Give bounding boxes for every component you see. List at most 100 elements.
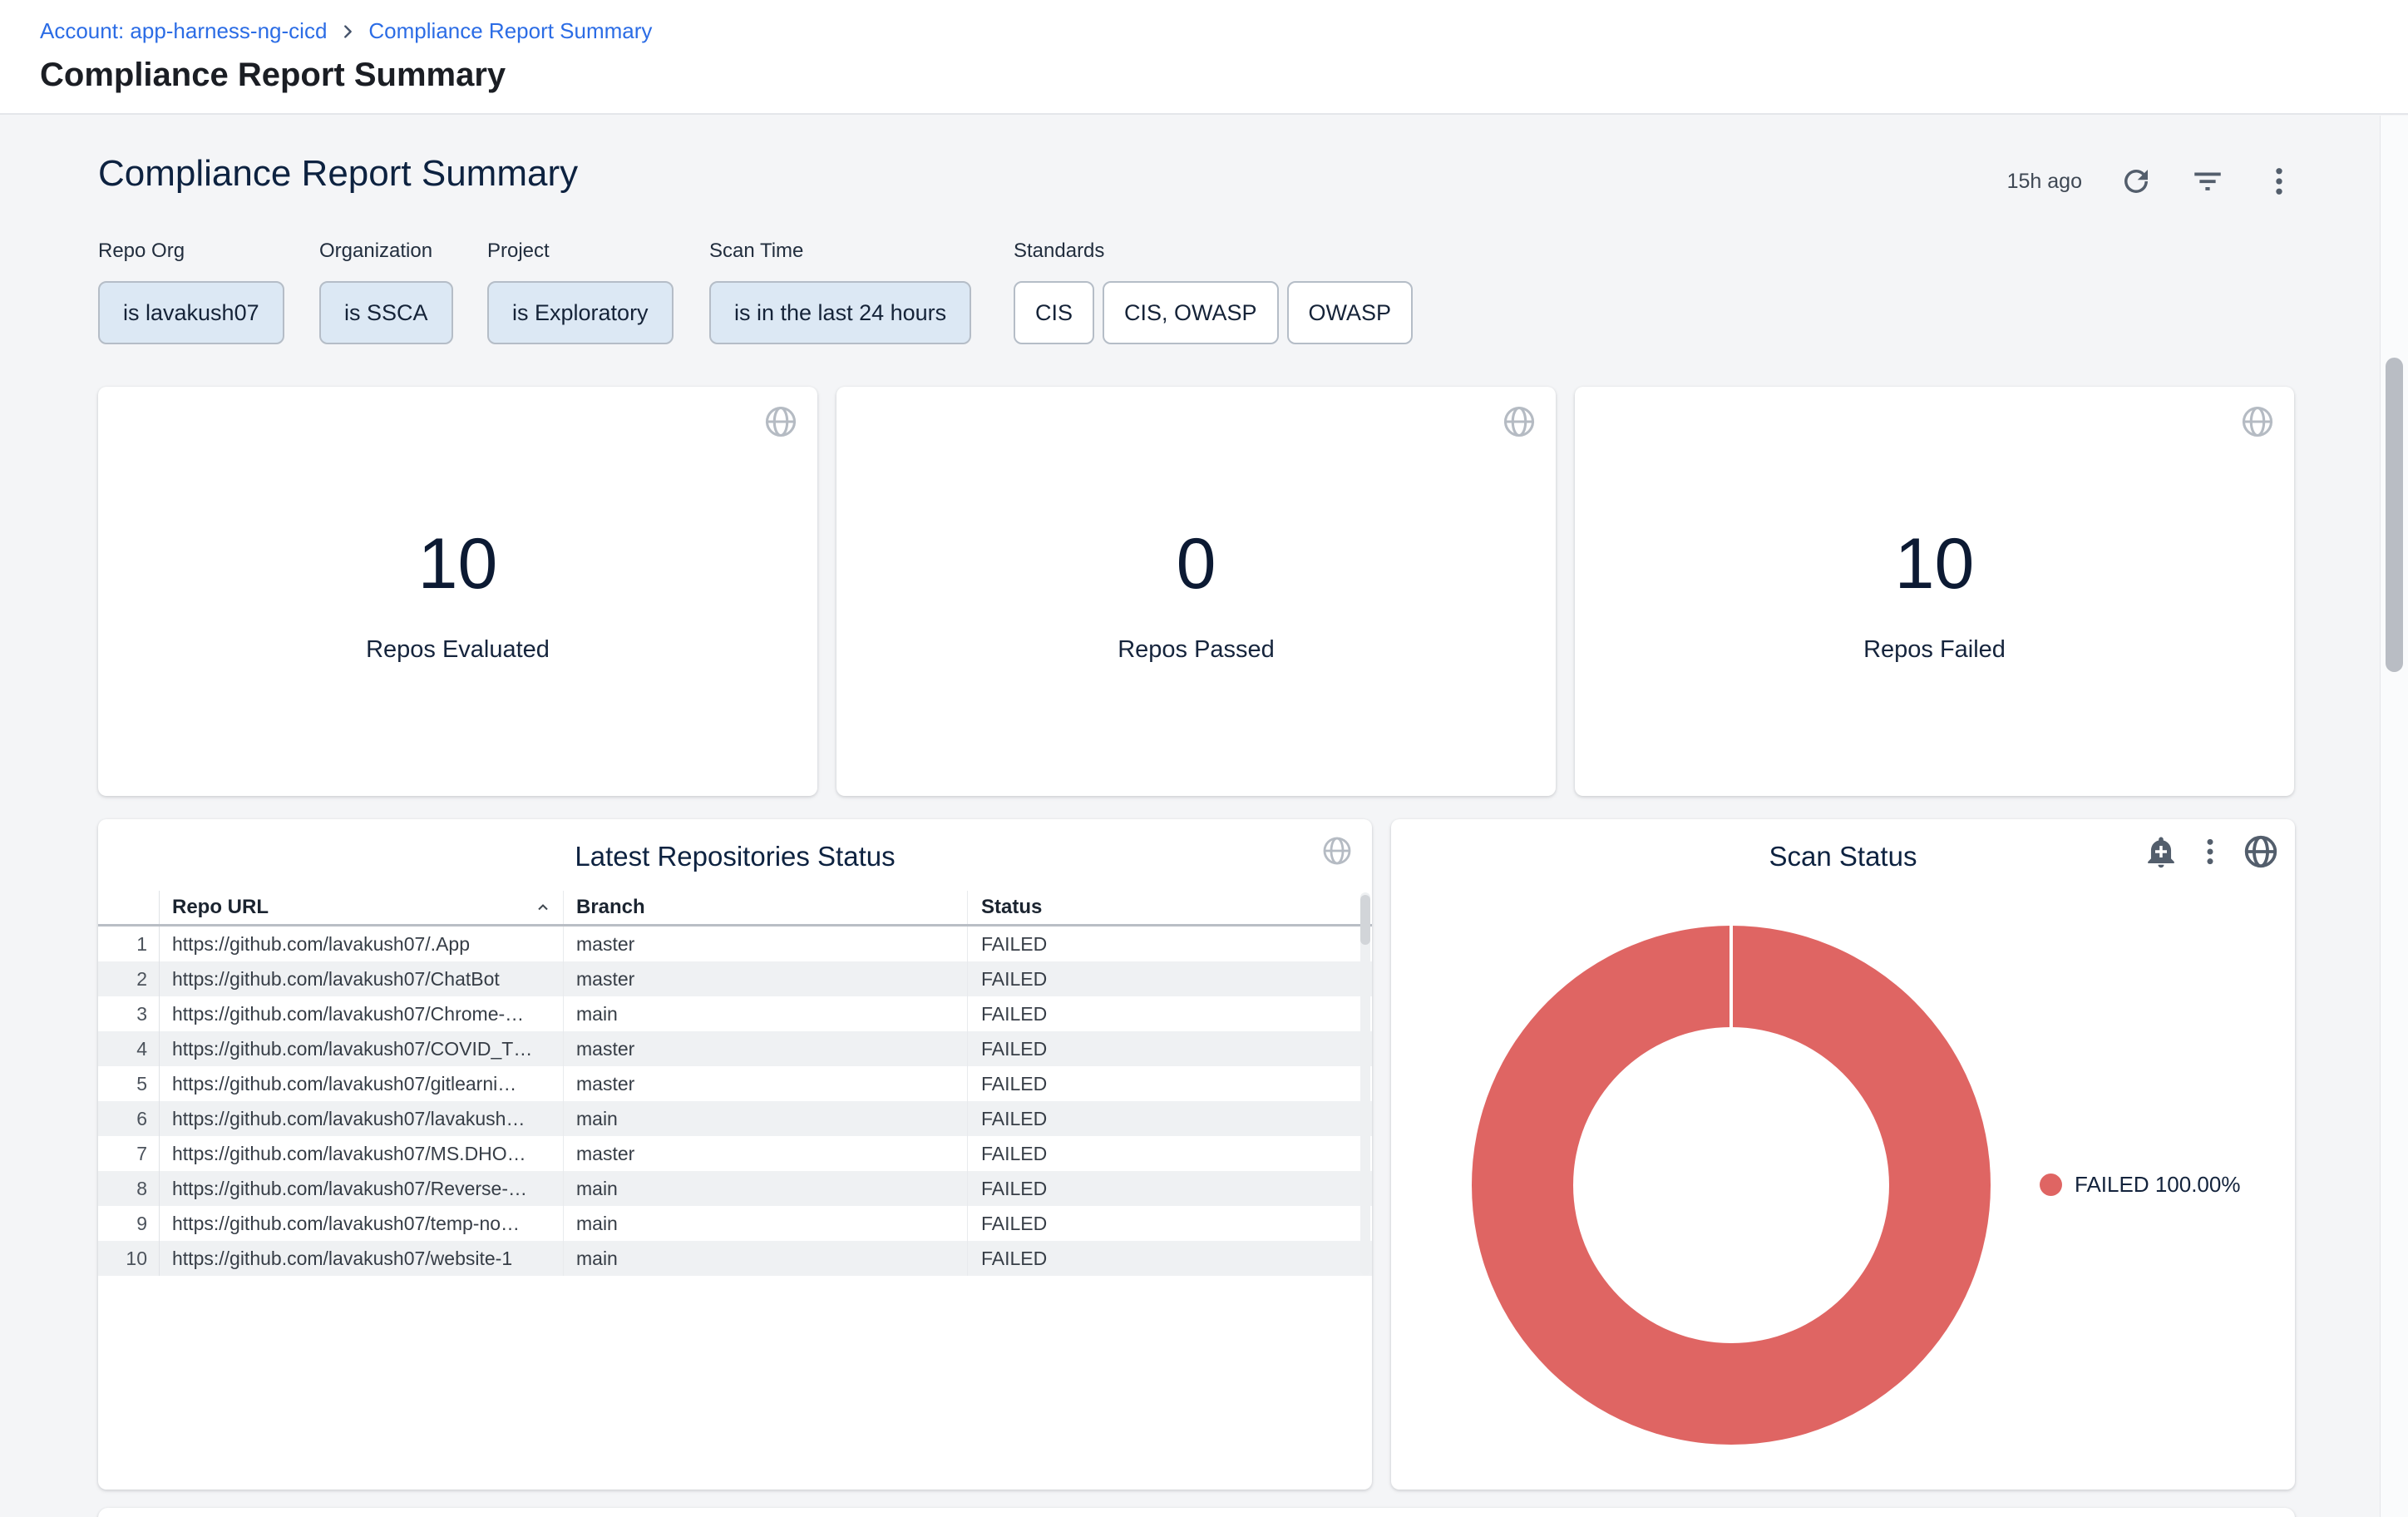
legend-color-dot [2040,1174,2062,1196]
breadcrumb-account-link[interactable]: Account: app-harness-ng-cicd [40,18,327,44]
filter-project: Project is Exploratory [487,240,674,344]
column-header-repo-url[interactable]: Repo URL [160,891,564,924]
filter-label: Repo Org [98,240,284,263]
branch-cell: master [564,927,968,961]
table-row: 10https://github.com/lavakush07/website-… [98,1241,1372,1276]
globe-icon[interactable] [2239,403,2276,440]
table-scrollbar-thumb[interactable] [1360,895,1370,945]
filter-chip-project[interactable]: is Exploratory [487,281,674,344]
repo-url-cell: https://github.com/lavakush07/lavakush… [160,1101,564,1136]
globe-icon[interactable] [2242,833,2280,871]
scan-status-card: Scan Status FAILED 100.00% [1391,819,2295,1490]
scan-status-donut-chart[interactable] [1472,926,1991,1445]
repo-url-cell: https://github.com/lavakush07/ChatBot [160,961,564,996]
tile-value: 10 [98,523,817,605]
filter-chip-standard-cis[interactable]: CIS [1014,281,1094,344]
filter-organization: Organization is SSCA [319,240,453,344]
table-row: 2https://github.com/lavakush07/ChatBotma… [98,961,1372,996]
table-row: 3https://github.com/lavakush07/Chrome-…m… [98,996,1372,1031]
filter-chip-standard-owasp[interactable]: OWASP [1287,281,1414,344]
table-row: 1https://github.com/lavakush07/.Appmaste… [98,927,1372,961]
filter-chip-scan-time[interactable]: is in the last 24 hours [709,281,971,344]
tile-repos-failed: 10 Repos Failed [1575,387,2294,796]
row-index: 9 [98,1206,160,1241]
filter-repo-org: Repo Org is lavakush07 [98,240,284,344]
repo-url-cell: https://github.com/lavakush07/gitlearni… [160,1066,564,1101]
filter-standards: Standards CIS CIS, OWASP OWASP [1014,240,1413,344]
repo-url-cell: https://github.com/lavakush07/COVID_T… [160,1031,564,1066]
row-index: 1 [98,927,160,961]
branch-cell: master [564,1031,968,1066]
page-scrollbar-thumb[interactable] [2386,358,2403,672]
table-row: 4https://github.com/lavakush07/COVID_T…m… [98,1031,1372,1066]
next-card-partial [98,1508,2295,1517]
globe-icon[interactable] [1320,834,1354,867]
row-index: 2 [98,961,160,996]
breadcrumb-page-link[interactable]: Compliance Report Summary [368,18,652,44]
filter-icon[interactable] [2190,164,2225,199]
status-cell: FAILED [968,1206,1361,1241]
alert-bell-icon[interactable] [2144,834,2179,869]
globe-icon[interactable] [1501,403,1537,440]
chevron-right-icon [338,22,357,41]
tile-label: Repos Failed [1575,636,2294,664]
tile-repos-passed: 0 Repos Passed [836,387,1556,796]
branch-cell: master [564,1136,968,1171]
repo-url-cell: https://github.com/lavakush07/temp-no… [160,1206,564,1241]
table-row: 9https://github.com/lavakush07/temp-no…m… [98,1206,1372,1241]
filter-chip-repo-org[interactable]: is lavakush07 [98,281,284,344]
column-header-status[interactable]: Status [968,891,1361,924]
branch-cell: master [564,1066,968,1101]
latest-repositories-status-card: Latest Repositories Status Repo URL Bran… [98,819,1372,1490]
tile-value: 0 [836,523,1556,605]
status-cell: FAILED [968,1171,1361,1206]
status-cell: FAILED [968,927,1361,961]
table-scrollbar-track [1360,892,1370,1275]
repo-url-cell: https://github.com/lavakush07/website-1 [160,1241,564,1276]
table-header-row: Repo URL Branch Status [98,891,1372,927]
filter-chip-organization[interactable]: is SSCA [319,281,453,344]
status-cell: FAILED [968,1031,1361,1066]
kebab-menu-icon[interactable] [2193,835,2227,868]
status-cell: FAILED [968,1136,1361,1171]
repo-url-cell: https://github.com/lavakush07/Reverse-… [160,1171,564,1206]
table-row: 6https://github.com/lavakush07/lavakush…… [98,1101,1372,1136]
card-title: Latest Repositories Status [98,841,1372,872]
dashboard-title: Compliance Report Summary [98,153,578,195]
dashboard-controls: 15h ago [2007,158,2297,205]
legend-item-failed[interactable]: FAILED 100.00% [2040,1172,2240,1198]
refresh-icon[interactable] [2119,164,2154,199]
last-refresh-time: 15h ago [2007,170,2082,194]
row-index: 5 [98,1066,160,1101]
branch-cell: master [564,961,968,996]
tile-repos-evaluated: 10 Repos Evaluated [98,387,817,796]
page-scrollbar-track [2380,116,2408,1517]
status-cell: FAILED [968,961,1361,996]
legend-label: FAILED 100.00% [2075,1172,2240,1198]
top-header: Account: app-harness-ng-cicd Compliance … [0,0,2408,115]
filter-scan-time: Scan Time is in the last 24 hours [709,240,971,344]
column-header-branch[interactable]: Branch [564,891,968,924]
repo-url-cell: https://github.com/lavakush07/.App [160,927,564,961]
filter-chip-standard-cis-owasp[interactable]: CIS, OWASP [1103,281,1279,344]
table-row: 5https://github.com/lavakush07/gitlearni… [98,1066,1372,1101]
table-row: 7https://github.com/lavakush07/MS.DHO…ma… [98,1136,1372,1171]
status-cell: FAILED [968,996,1361,1031]
status-cell: FAILED [968,1101,1361,1136]
tile-label: Repos Evaluated [98,636,817,664]
branch-cell: main [564,996,968,1031]
row-index: 3 [98,996,160,1031]
globe-icon[interactable] [762,403,799,440]
filter-label: Organization [319,240,453,263]
app-root: Account: app-harness-ng-cicd Compliance … [0,0,2408,1517]
filter-label: Standards [1014,240,1413,263]
scan-card-controls [2144,833,2280,871]
breadcrumb: Account: app-harness-ng-cicd Compliance … [40,18,652,44]
repo-url-cell: https://github.com/lavakush07/MS.DHO… [160,1136,564,1171]
branch-cell: main [564,1206,968,1241]
row-index: 8 [98,1171,160,1206]
branch-cell: main [564,1101,968,1136]
kebab-menu-icon[interactable] [2262,164,2297,199]
tile-label: Repos Passed [836,636,1556,664]
table-row: 8https://github.com/lavakush07/Reverse-…… [98,1171,1372,1206]
